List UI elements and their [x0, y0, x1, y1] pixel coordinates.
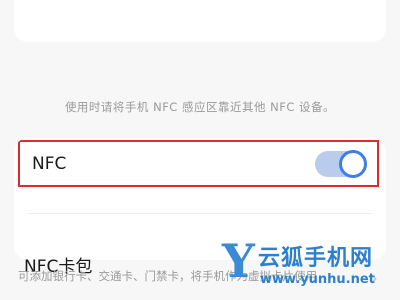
- toggle-knob: [339, 149, 367, 178]
- watermark-logo: Y 云狐手机网 www.yunhu.net: [222, 234, 397, 298]
- nfc-settings-screen: 使用时请将手机 NFC 感应区靠近其他 NFC 设备。 NFC NFC卡包 可添…: [0, 0, 400, 300]
- divider: [28, 213, 372, 214]
- watermark-url: www.yunhu.net: [260, 272, 375, 287]
- watermark-name: 云狐手机网: [258, 246, 374, 271]
- nfc-usage-hint: 使用时请将手机 NFC 感应区靠近其他 NFC 设备。: [64, 100, 336, 114]
- nfc-toggle-switch[interactable]: [315, 149, 367, 178]
- nfc-toggle-row[interactable]: NFC: [18, 140, 379, 187]
- nfc-label: NFC: [32, 153, 67, 174]
- top-settings-card: [14, 0, 386, 42]
- watermark-letter: Y: [222, 234, 255, 288]
